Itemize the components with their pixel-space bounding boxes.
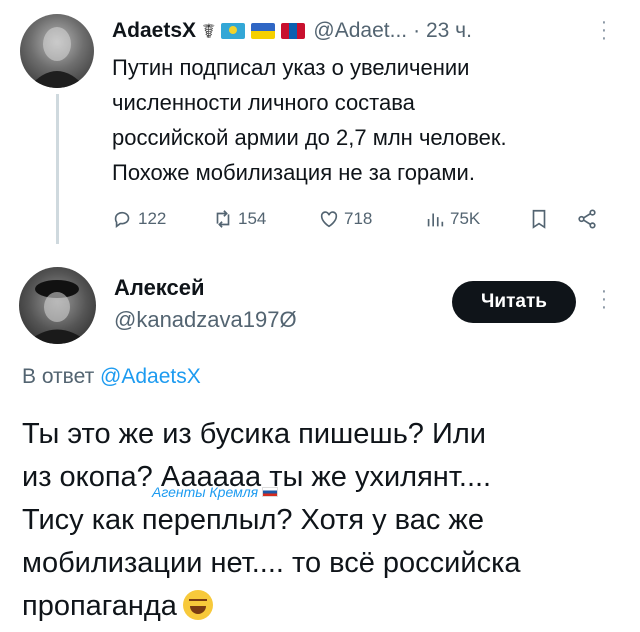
author-handle[interactable]: @Adaet... <box>313 19 407 43</box>
author-handle[interactable]: @kanadzava197Ø <box>114 307 297 333</box>
like-count: 718 <box>344 209 373 228</box>
user-avatar-icon <box>28 27 86 88</box>
flag-ukraine-icon <box>251 23 276 39</box>
more-options-icon[interactable]: · · · <box>598 12 610 48</box>
flag-mongolia-icon <box>281 23 306 39</box>
like-button[interactable]: 718 <box>318 204 372 234</box>
tweet-text-body: Ты это же из бусика пишешь? Или из окопа… <box>22 418 521 622</box>
reply-tweet[interactable]: Алексей @kanadzava197Ø Читать · · · В отве… <box>0 255 640 632</box>
share-button[interactable] <box>576 204 602 234</box>
avatar[interactable] <box>19 267 96 344</box>
original-tweet[interactable]: AdaetsX ☤ @Adaet... · 23 ч. · · · Путин по… <box>0 0 640 250</box>
reply-icon <box>114 211 130 228</box>
retweet-button[interactable]: 154 <box>212 204 266 234</box>
reply-button[interactable]: 122 <box>112 204 166 234</box>
tweet-actions: 122 154 718 75K <box>112 204 612 234</box>
flag-russia-icon <box>262 487 279 497</box>
tweet-text: Ты это же из бусика пишешь? Или из окопа… <box>22 413 622 628</box>
views-button[interactable]: 75K <box>424 204 480 234</box>
watermark-text: Агенты Кремля <box>152 484 259 500</box>
bookmark-icon <box>532 209 546 229</box>
tweet-header: AdaetsX ☤ @Adaet... · 23 ч. <box>112 16 472 46</box>
views-chart-icon <box>427 213 444 227</box>
more-options-icon[interactable]: · · · <box>598 281 610 317</box>
follow-button[interactable]: Читать <box>452 281 576 323</box>
flag-kazakhstan-icon <box>221 23 246 39</box>
author-name[interactable]: AdaetsX <box>112 19 196 43</box>
watermark: Агенты Кремля <box>152 484 279 500</box>
tweet-text: Путин подписал указ о увеличении численн… <box>112 55 507 185</box>
reply-mention-link[interactable]: @AdaetsX <box>100 365 201 388</box>
thread-line <box>56 94 59 244</box>
author-name[interactable]: Алексей <box>114 275 205 301</box>
reply-prefix: В ответ <box>22 365 95 388</box>
retweet-count: 154 <box>238 209 267 228</box>
reply-count: 122 <box>138 209 167 228</box>
user-avatar-icon <box>25 280 90 344</box>
bookmark-button[interactable] <box>528 204 554 234</box>
reply-context: В ответ @AdaetsX <box>22 365 201 389</box>
grinning-sweat-emoji-icon <box>182 590 213 620</box>
heart-icon <box>320 211 338 228</box>
share-icon <box>578 209 596 229</box>
avatar[interactable] <box>20 14 94 88</box>
retweet-icon <box>216 210 230 228</box>
caduceus-icon: ☤ <box>202 20 216 43</box>
view-count: 75K <box>450 209 481 228</box>
tweet-timestamp[interactable]: · 23 ч. <box>413 19 472 43</box>
